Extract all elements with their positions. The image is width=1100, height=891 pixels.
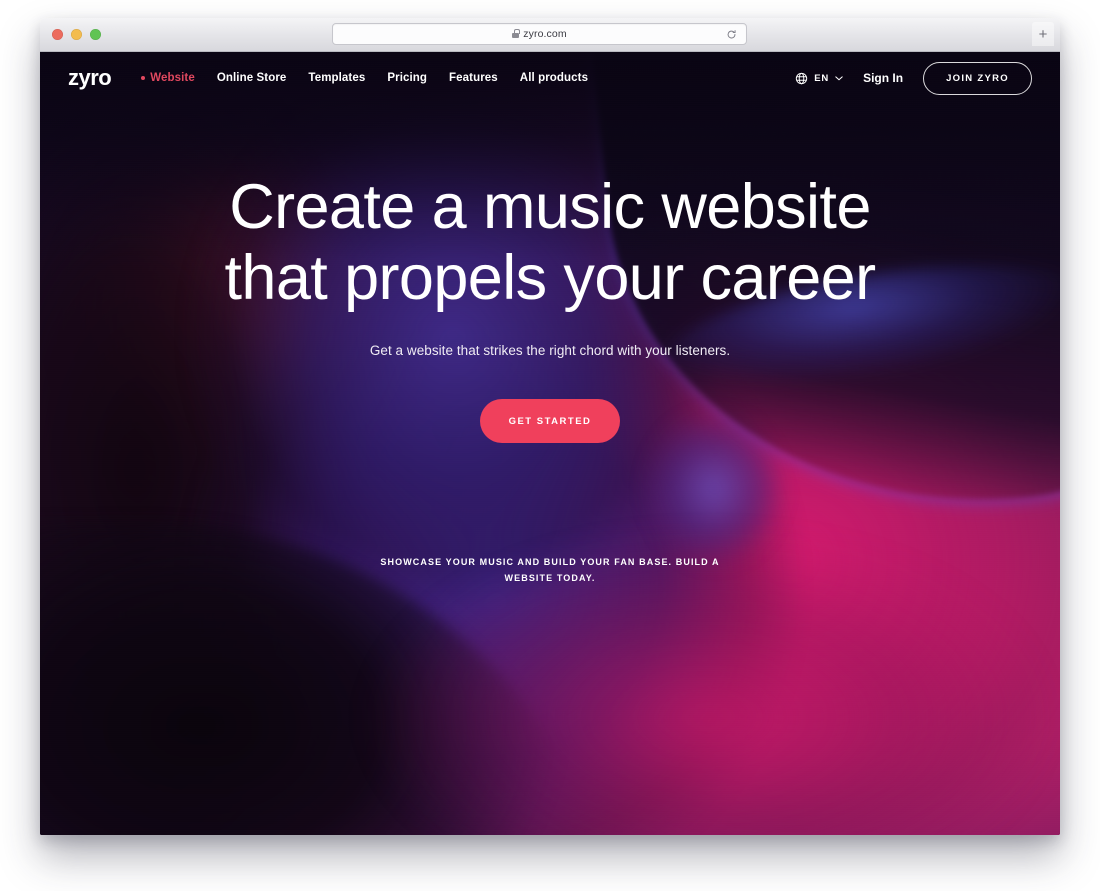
page-viewport: zyro Website Online Store Templates Pric…: [40, 52, 1060, 835]
language-selector[interactable]: EN: [795, 72, 843, 85]
hero-title-line-1: Create a music website: [229, 172, 871, 242]
globe-icon: [796, 72, 808, 84]
site-navbar: zyro Website Online Store Templates Pric…: [40, 52, 1060, 104]
hero-title-line-2: that propels your career: [224, 242, 877, 313]
get-started-button[interactable]: GET STARTED: [480, 399, 620, 444]
address-text: zyro.com: [523, 28, 567, 40]
join-zyro-button[interactable]: JOIN ZYRO: [923, 61, 1032, 95]
lock-icon: [512, 29, 520, 38]
nav-item-pricing[interactable]: Pricing: [387, 72, 427, 84]
nav-item-templates[interactable]: Templates: [308, 72, 365, 84]
chevron-down-icon: [835, 75, 843, 80]
hero-subtitle: Get a website that strikes the right cho…: [369, 343, 731, 359]
new-tab-button[interactable]: +: [1032, 22, 1054, 46]
nav-item-label: Website: [150, 72, 195, 84]
hero-caption: SHOWCASE YOUR MUSIC AND BUILD YOUR FAN B…: [380, 557, 720, 583]
nav-item-all-products[interactable]: All products: [520, 72, 588, 84]
close-window-button[interactable]: [52, 29, 63, 40]
nav-item-website[interactable]: Website: [141, 72, 195, 84]
hero-title: Create a music website that propels your…: [224, 172, 877, 313]
active-dot-icon: [141, 76, 146, 80]
nav-item-features[interactable]: Features: [449, 72, 498, 84]
window-controls: [40, 29, 101, 40]
primary-nav: Website Online Store Templates Pricing F…: [141, 72, 588, 84]
address-bar[interactable]: zyro.com: [332, 23, 747, 45]
nav-item-online-store[interactable]: Online Store: [217, 72, 287, 84]
language-label: EN: [814, 72, 830, 84]
sign-in-link[interactable]: Sign In: [863, 71, 903, 85]
reload-icon[interactable]: [726, 29, 737, 40]
maximize-window-button[interactable]: [90, 29, 101, 40]
minimize-window-button[interactable]: [71, 29, 82, 40]
screenshot-root: zyro.com + zyro Website Online Store Tem…: [0, 0, 1100, 891]
browser-window: zyro.com + zyro Website Online Store Tem…: [40, 18, 1060, 835]
hero-section: Create a music website that propels your…: [40, 52, 1060, 587]
navbar-right-group: EN Sign In JOIN ZYRO: [795, 61, 1032, 95]
address-bar-content: zyro.com: [512, 28, 567, 40]
browser-chrome: zyro.com +: [40, 18, 1060, 52]
zyro-logo[interactable]: zyro: [68, 65, 112, 91]
